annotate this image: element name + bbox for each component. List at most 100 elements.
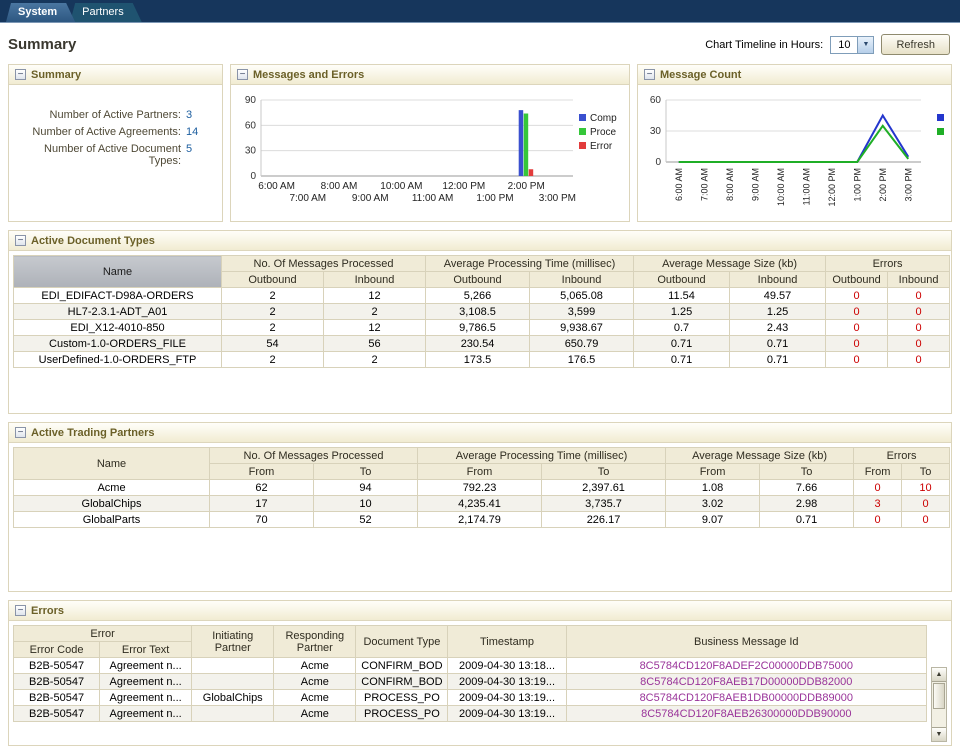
message-count-panel-header[interactable]: − Message Count (638, 65, 951, 85)
active-trading-partners-panel-header[interactable]: − Active Trading Partners (9, 423, 951, 443)
column-header-outbound[interactable]: Outbound (222, 272, 324, 288)
summary-stat-row: Number of Active Document Types: 5 (13, 143, 212, 167)
column-group-error[interactable]: Error (14, 626, 192, 642)
table-row[interactable]: B2B-50547 Agreement n... Acme CONFIRM_BO… (14, 674, 927, 690)
svg-text:9:00 AM: 9:00 AM (352, 193, 389, 204)
column-group-errors[interactable]: Errors (854, 448, 950, 464)
cell-time-from: 792.23 (418, 480, 542, 496)
scrollbar-thumb[interactable] (933, 683, 945, 709)
table-row[interactable]: GlobalParts 70 52 2,174.79 226.17 9.07 0… (14, 512, 950, 528)
collapse-icon[interactable]: − (15, 427, 26, 438)
collapse-icon[interactable]: − (237, 69, 248, 80)
column-header-business-message-id[interactable]: Business Message Id (566, 626, 926, 658)
cell-error-text: Agreement n... (100, 674, 192, 690)
errors-panel-header[interactable]: − Errors (9, 601, 951, 621)
column-header-from[interactable]: From (418, 464, 542, 480)
collapse-icon[interactable]: − (644, 69, 655, 80)
column-header-document-type[interactable]: Document Type (356, 626, 448, 658)
table-row[interactable]: Custom-1.0-ORDERS_FILE 54 56 230.54 650.… (14, 336, 950, 352)
table-row[interactable]: GlobalChips 17 10 4,235.41 3,735.7 3.02 … (14, 496, 950, 512)
column-header-inbound[interactable]: Inbound (730, 272, 826, 288)
collapse-icon[interactable]: − (15, 605, 26, 616)
column-header-timestamp[interactable]: Timestamp (448, 626, 566, 658)
table-row[interactable]: EDI_EDIFACT-D98A-ORDERS 2 12 5,266 5,065… (14, 288, 950, 304)
cell-errors-inbound: 0 (888, 288, 950, 304)
scroll-up-icon[interactable]: ▲ (932, 668, 946, 682)
cell-messages-inbound: 56 (324, 336, 426, 352)
column-group-processing-time[interactable]: Average Processing Time (millisec) (426, 256, 634, 272)
svg-text:6:00 AM: 6:00 AM (258, 181, 295, 192)
table-row[interactable]: B2B-50547 Agreement n... GlobalChips Acm… (14, 690, 927, 706)
table-row[interactable]: Acme 62 94 792.23 2,397.61 1.08 7.66 0 1… (14, 480, 950, 496)
column-group-messages-processed[interactable]: No. Of Messages Processed (210, 448, 418, 464)
message-count-panel: − Message Count 030606:00 AM7:00 AM8:00 … (637, 64, 952, 222)
panel-title: Errors (31, 605, 64, 617)
table-row[interactable]: HL7-2.3.1-ADT_A01 2 2 3,108.5 3,599 1.25… (14, 304, 950, 320)
cell-size-outbound: 0.7 (634, 320, 730, 336)
business-message-id-link[interactable]: 8C5784CD120F8AEB17D00000DDB82000 (566, 674, 926, 690)
active-document-types-panel-header[interactable]: − Active Document Types (9, 231, 951, 251)
column-header-to[interactable]: To (760, 464, 854, 480)
column-header-name[interactable]: Name (14, 256, 222, 288)
tab-system[interactable]: System (6, 3, 75, 22)
column-group-messages-processed[interactable]: No. Of Messages Processed (222, 256, 426, 272)
column-header-outbound[interactable]: Outbound (426, 272, 530, 288)
column-group-errors[interactable]: Errors (826, 256, 950, 272)
table-row[interactable]: EDI_X12-4010-850 2 12 9,786.5 9,938.67 0… (14, 320, 950, 336)
column-header-outbound[interactable]: Outbound (634, 272, 730, 288)
cell-partner-name: GlobalParts (14, 512, 210, 528)
summary-panel-header[interactable]: − Summary (9, 65, 222, 85)
table-row[interactable]: UserDefined-1.0-ORDERS_FTP 2 2 173.5 176… (14, 352, 950, 368)
scroll-down-icon[interactable]: ▼ (932, 727, 946, 741)
cell-size-inbound: 0.71 (730, 336, 826, 352)
chart-timeline-select[interactable]: 10 ▼ (830, 36, 874, 54)
cell-errors-outbound: 0 (826, 336, 888, 352)
messages-and-errors-panel-header[interactable]: − Messages and Errors (231, 65, 629, 85)
cell-time-outbound: 173.5 (426, 352, 530, 368)
svg-text:6:00 AM: 6:00 AM (674, 168, 684, 201)
table-row[interactable]: B2B-50547 Agreement n... Acme PROCESS_PO… (14, 706, 927, 722)
cell-messages-to: 52 (314, 512, 418, 528)
business-message-id-link[interactable]: 8C5784CD120F8ADEF2C00000DDB75000 (566, 658, 926, 674)
stat-value: 5 (186, 143, 212, 155)
chevron-down-icon[interactable]: ▼ (857, 37, 873, 53)
column-header-to[interactable]: To (314, 464, 418, 480)
refresh-button[interactable]: Refresh (881, 34, 950, 55)
column-header-from[interactable]: From (854, 464, 902, 480)
stat-label: Number of Active Document Types: (13, 143, 186, 167)
column-header-error-text[interactable]: Error Text (100, 642, 192, 658)
column-header-inbound[interactable]: Inbound (888, 272, 950, 288)
cell-size-from: 3.02 (666, 496, 760, 512)
table-row[interactable]: B2B-50547 Agreement n... Acme CONFIRM_BO… (14, 658, 927, 674)
summary-panel: − Summary Number of Active Partners: 3 N… (8, 64, 223, 222)
column-header-initiating-partner[interactable]: Initiating Partner (192, 626, 274, 658)
business-message-id-link[interactable]: 8C5784CD120F8AEB26300000DDB90000 (566, 706, 926, 722)
tab-partners[interactable]: Partners (70, 3, 142, 22)
cell-messages-outbound: 2 (222, 320, 324, 336)
cell-time-to: 226.17 (542, 512, 666, 528)
business-message-id-link[interactable]: 8C5784CD120F8AEB1DB00000DDB89000 (566, 690, 926, 706)
column-header-to[interactable]: To (542, 464, 666, 480)
chart-timeline-value: 10 (831, 39, 857, 51)
cell-messages-outbound: 2 (222, 352, 324, 368)
column-header-name[interactable]: Name (14, 448, 210, 480)
svg-text:60: 60 (245, 120, 257, 131)
svg-text:0: 0 (655, 157, 661, 168)
column-header-to[interactable]: To (902, 464, 950, 480)
column-header-responding-partner[interactable]: Responding Partner (274, 626, 356, 658)
collapse-icon[interactable]: − (15, 235, 26, 246)
column-group-processing-time[interactable]: Average Processing Time (millisec) (418, 448, 666, 464)
vertical-scrollbar[interactable]: ▲ ▼ (931, 667, 947, 742)
column-header-error-code[interactable]: Error Code (14, 642, 100, 658)
cell-timestamp: 2009-04-30 13:19... (448, 706, 566, 722)
collapse-icon[interactable]: − (15, 69, 26, 80)
column-header-from[interactable]: From (666, 464, 760, 480)
column-group-message-size[interactable]: Average Message Size (kb) (666, 448, 854, 464)
cell-responding-partner: Acme (274, 674, 356, 690)
column-header-inbound[interactable]: Inbound (530, 272, 634, 288)
column-group-message-size[interactable]: Average Message Size (kb) (634, 256, 826, 272)
column-header-from[interactable]: From (210, 464, 314, 480)
column-header-inbound[interactable]: Inbound (324, 272, 426, 288)
column-header-outbound[interactable]: Outbound (826, 272, 888, 288)
svg-text:30: 30 (650, 126, 662, 137)
